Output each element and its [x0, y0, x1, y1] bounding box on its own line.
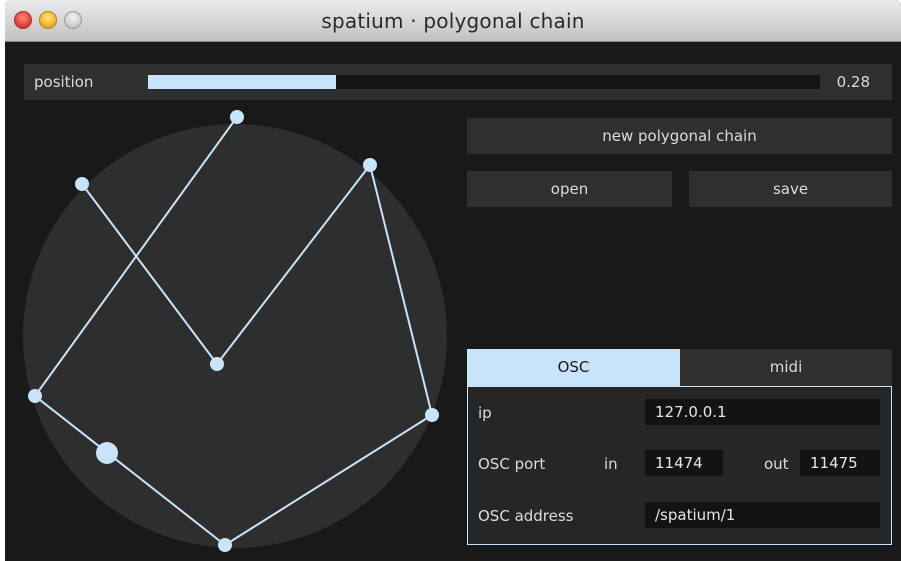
osc-port-label: OSC port	[478, 455, 546, 473]
window-title: spatium · polygonal chain	[321, 9, 585, 33]
position-label: position	[34, 73, 94, 91]
position-marker[interactable]	[96, 442, 118, 464]
position-slider[interactable]	[148, 75, 820, 89]
tab-midi[interactable]: midi	[680, 349, 892, 386]
chain-vertex[interactable]	[218, 538, 232, 552]
chain-vertex[interactable]	[425, 408, 439, 422]
chain-vertex[interactable]	[230, 110, 244, 124]
port-out-label: out	[764, 455, 789, 473]
position-value: 0.28	[836, 73, 870, 91]
chain-vertex[interactable]	[210, 357, 224, 371]
osc-address-label: OSC address	[478, 507, 574, 525]
ip-field[interactable]: 127.0.0.1	[645, 399, 880, 425]
title-bar[interactable]: spatium · polygonal chain	[5, 0, 901, 42]
ip-label: ip	[478, 404, 492, 422]
port-in-label: in	[604, 455, 618, 473]
polygonal-chain-canvas[interactable]	[5, 100, 465, 561]
position-slider-row: position 0.28	[24, 64, 892, 100]
chain-vertex[interactable]	[75, 177, 89, 191]
port-out-field[interactable]: 11475	[800, 450, 880, 476]
main-content: position 0.28 new polygonal chain open s…	[5, 42, 901, 561]
osc-address-field[interactable]: /spatium/1	[645, 502, 880, 528]
position-slider-fill	[148, 75, 337, 89]
open-button[interactable]: open	[467, 171, 672, 207]
save-button[interactable]: save	[689, 171, 892, 207]
app-window: spatium · polygonal chain position 0.28 …	[5, 0, 901, 561]
tab-osc[interactable]: OSC	[467, 349, 680, 386]
chain-vertex[interactable]	[363, 158, 377, 172]
new-polygonal-chain-button[interactable]: new polygonal chain	[467, 118, 892, 154]
port-in-field[interactable]: 11474	[645, 450, 723, 476]
chain-vertex[interactable]	[28, 389, 42, 403]
osc-settings-panel: ip 127.0.0.1 OSC port in 11474 out 11475…	[467, 386, 892, 545]
